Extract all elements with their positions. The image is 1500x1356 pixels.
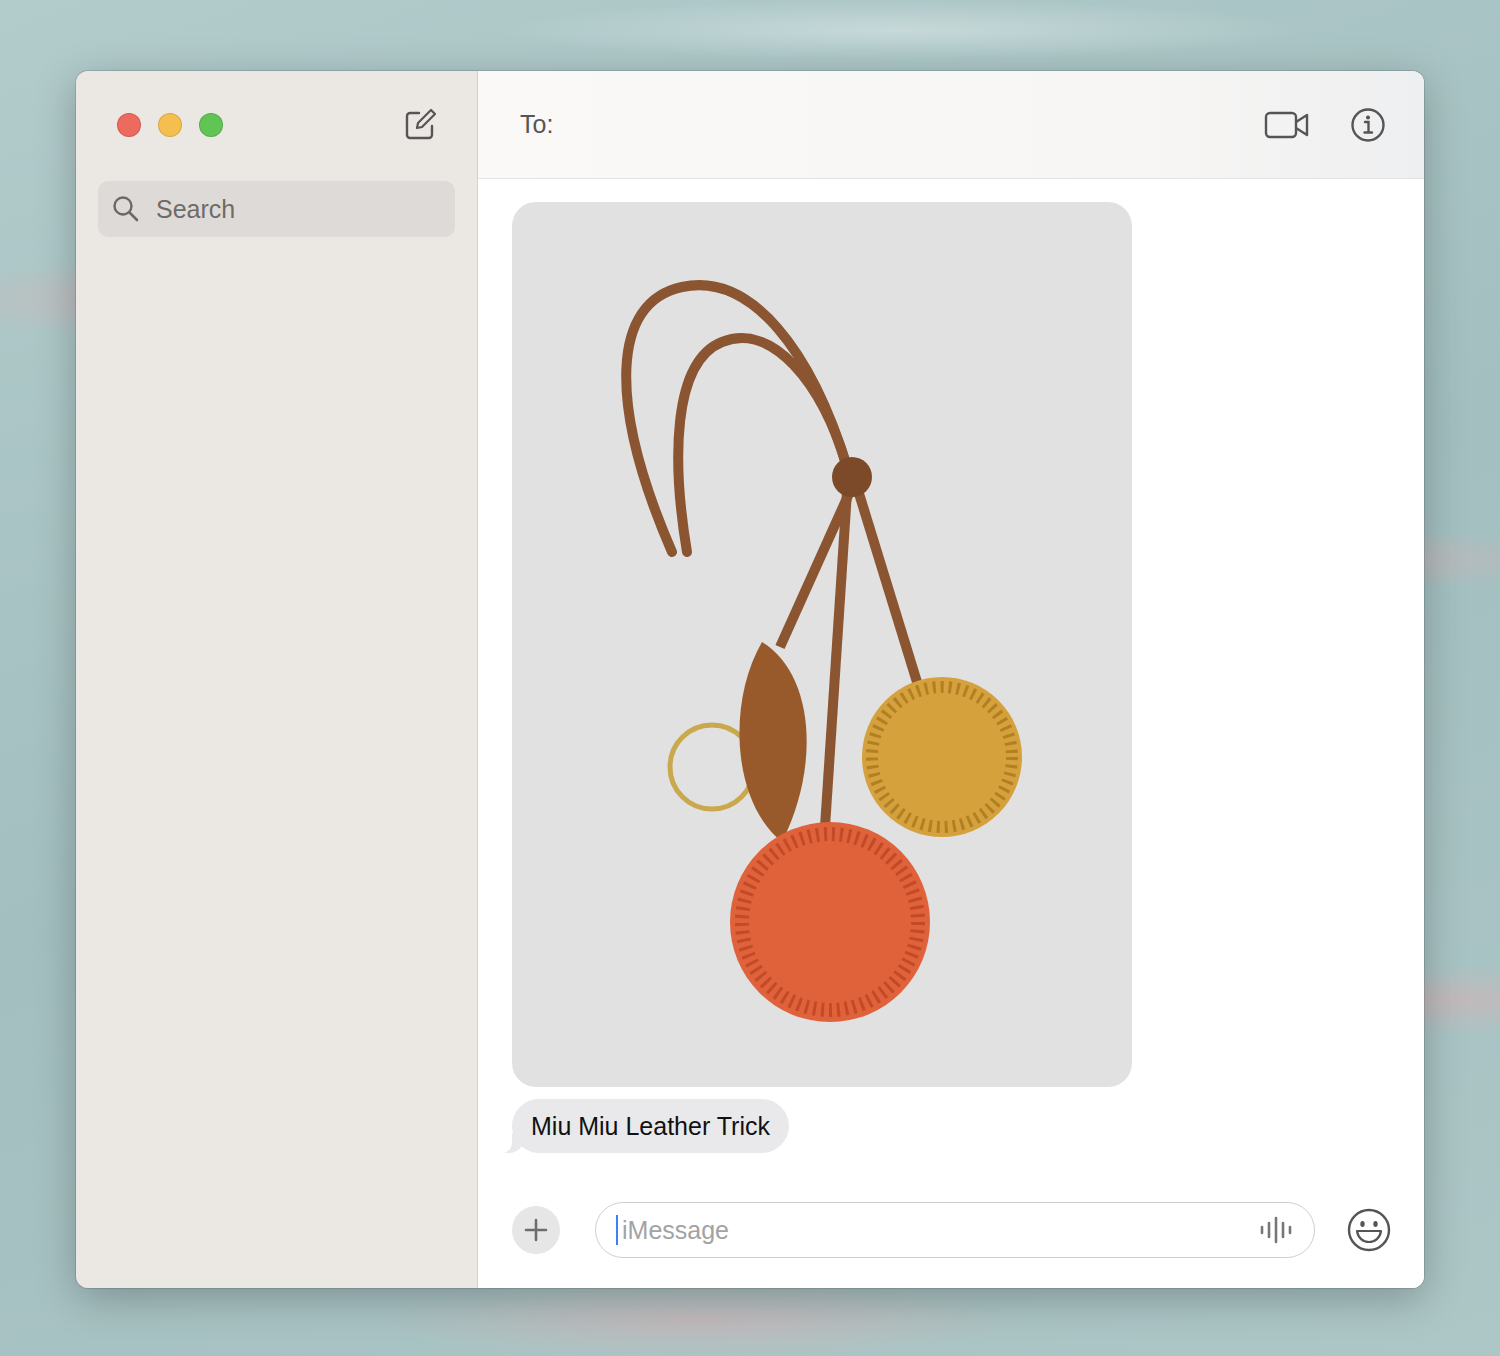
- recipient-field[interactable]: [565, 105, 1252, 145]
- desktop: To: Miu Miu Leather Trick: [0, 0, 1500, 1356]
- to-label: To:: [520, 110, 553, 139]
- message-field[interactable]: [595, 1202, 1315, 1258]
- conversation-pane: To: Miu Miu Leather Trick: [478, 71, 1424, 1288]
- message-thread: Miu Miu Leather Trick: [478, 179, 1424, 1172]
- plus-icon[interactable]: [512, 1206, 560, 1254]
- keychain-photo-icon: [512, 202, 1132, 1087]
- magnifier-icon: [112, 195, 140, 223]
- audio-waveform-icon[interactable]: [1258, 1216, 1294, 1244]
- info-icon[interactable]: [1350, 107, 1386, 143]
- header-actions: [1264, 107, 1386, 143]
- traffic-light-button[interactable]: [117, 113, 141, 137]
- compose-icon[interactable]: [403, 108, 437, 142]
- traffic-lights: [117, 113, 223, 137]
- emoji-icon[interactable]: [1346, 1207, 1392, 1253]
- conversation-header: To:: [478, 71, 1424, 179]
- titlebar: [98, 71, 455, 179]
- sidebar: [76, 71, 478, 1288]
- message-input[interactable]: [620, 1215, 1256, 1246]
- traffic-light-button[interactable]: [158, 113, 182, 137]
- video-call-icon[interactable]: [1264, 110, 1310, 140]
- search-input[interactable]: [154, 194, 441, 225]
- composer: [478, 1172, 1424, 1288]
- text-caret: [616, 1215, 618, 1245]
- messages-window: To: Miu Miu Leather Trick: [76, 71, 1424, 1288]
- search-field[interactable]: [98, 181, 455, 237]
- image-message[interactable]: [512, 202, 1132, 1087]
- traffic-light-button[interactable]: [199, 113, 223, 137]
- message-bubble[interactable]: Miu Miu Leather Trick: [512, 1099, 789, 1153]
